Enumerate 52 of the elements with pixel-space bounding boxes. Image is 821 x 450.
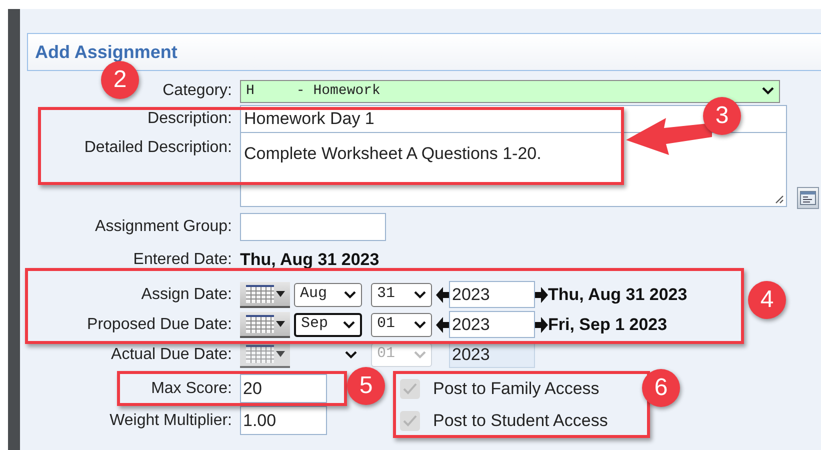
calendar-icon [246,344,274,362]
left-arrow-icon [436,286,449,302]
checkbox-label: Post to Family Access [433,378,600,400]
chevron-icon [414,350,426,358]
resize-handle-icon [774,194,784,204]
field-label: Actual Due Date: [111,344,232,364]
caret-icon [276,350,284,356]
assignment-group-field[interactable] [240,213,386,241]
entered-date-value: Thu, Aug 31 2023 [240,249,380,272]
category-select[interactable]: H - Homework [240,80,780,102]
detailed-description-field[interactable]: Complete Worksheet A Questions 1-20. [240,133,787,207]
chevron-icon [344,290,356,298]
field-label: Detailed Description: [84,138,232,158]
day-select: 01 [371,342,432,366]
calendar-icon [246,314,274,332]
date-display: Fri, Sep 1 2023 [548,314,668,336]
calendar-button[interactable] [240,282,290,308]
caret-icon [276,320,284,326]
chevron-icon [343,320,355,328]
checkmark-icon [403,382,417,394]
field-label: Assignment Group: [95,217,232,237]
calendar-icon [246,284,274,302]
chevron-icon [414,290,426,298]
day-select[interactable]: 31 [371,282,432,306]
day-select[interactable]: 01 [371,312,432,336]
weight-multiplier-field[interactable]: 1.00 [240,406,327,435]
caret-icon [276,290,284,296]
chevron-icon [345,350,357,358]
checkmark-icon [403,414,417,426]
max-score-field[interactable]: 20 [240,374,327,403]
panel-title: Add Assignment [35,40,178,64]
year-field[interactable]: 2023 [449,281,535,308]
year-field[interactable]: 2023 [449,311,535,338]
field-label: Description: [148,109,232,129]
left-arrow-icon [436,316,449,332]
month-select[interactable]: Aug [294,282,362,306]
field-label: Category: [162,81,232,101]
right-arrow-icon [535,316,548,332]
calendar-button[interactable] [240,312,290,338]
month-select[interactable]: Sep [294,312,362,336]
chevron-icon [762,87,774,95]
right-arrow-icon [535,286,548,302]
document-icon [800,191,816,205]
field-label: Entered Date: [133,250,232,270]
field-label: Weight Multiplier: [110,410,232,430]
chevron-icon [414,320,426,328]
editor-button[interactable] [797,187,819,209]
field-label: Max Score: [151,378,232,398]
field-label: Proposed Due Date: [87,314,232,334]
date-display: Thu, Aug 31 2023 [548,284,688,306]
field-label: Assign Date: [141,284,232,304]
checkbox-label: Post to Student Access [433,410,608,432]
